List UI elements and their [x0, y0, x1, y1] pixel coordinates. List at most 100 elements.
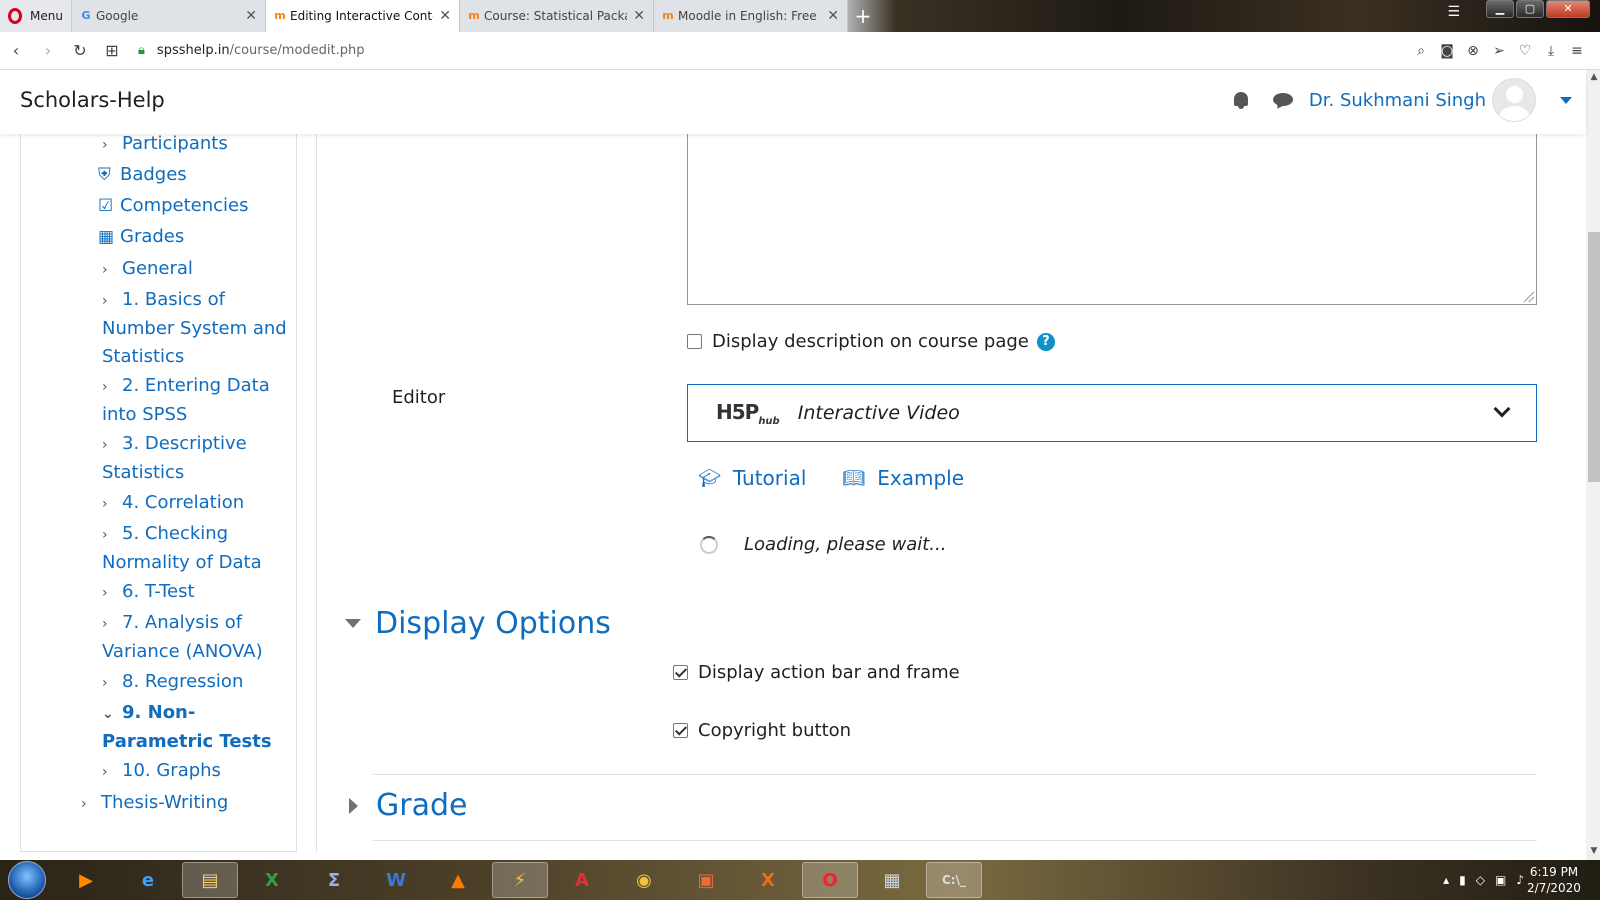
scroll-up-icon[interactable]: ▲	[1588, 72, 1600, 82]
show-description-checkbox[interactable]	[687, 334, 702, 349]
excel-icon[interactable]: X	[244, 862, 300, 898]
network-icon[interactable]: ▣	[1495, 873, 1506, 887]
close-icon[interactable]: ✕	[827, 8, 839, 24]
chevron-right-icon: ›	[102, 293, 108, 309]
drawer-section-5[interactable]: › 5. Checking Normality of Data	[102, 520, 262, 577]
avatar[interactable]	[1492, 78, 1536, 122]
dropbox-icon[interactable]: ◇	[1476, 873, 1485, 887]
tab-title: Google	[96, 9, 139, 23]
drawer-section-4[interactable]: › 4. Correlation	[102, 489, 244, 518]
signal-icon[interactable]: ▮	[1459, 873, 1466, 887]
winamp-icon[interactable]: ⚡	[492, 862, 548, 898]
lock-icon[interactable]: 🔒︎	[138, 43, 145, 58]
close-window-button[interactable]: ✕	[1546, 0, 1590, 18]
drawer-item-grades[interactable]: ▦ Grades	[98, 223, 184, 251]
tab-google[interactable]: G Google ✕	[72, 0, 266, 32]
drawer-section-7[interactable]: › 7. Analysis of Variance (ANOVA)	[102, 609, 263, 666]
search-icon[interactable]: ⌕	[1408, 43, 1434, 59]
media-player-icon[interactable]: ▶	[58, 862, 114, 898]
copyright-row: Copyright button	[673, 720, 851, 741]
easy-setup-icon[interactable]: ≡	[1564, 43, 1590, 59]
drawer-section-8[interactable]: › 8. Regression	[102, 668, 243, 697]
adblock-icon[interactable]: ⊗	[1460, 43, 1486, 59]
snapshot-icon[interactable]: ◙	[1434, 43, 1460, 59]
opera-menu-button[interactable]: Menu	[0, 0, 72, 32]
forward-icon[interactable]: ›	[32, 41, 64, 60]
close-icon[interactable]: ✕	[245, 8, 257, 24]
drawer-section-1[interactable]: › 1. Basics of Number System and Statisti…	[102, 286, 287, 371]
drawer-section-10[interactable]: › 10. Graphs	[102, 757, 221, 786]
bell-icon[interactable]	[1231, 90, 1251, 110]
taskbar-clock[interactable]: 6:19 PM 2/7/2020	[1524, 864, 1584, 896]
drawer-section-3[interactable]: › 3. Descriptive Statistics	[102, 430, 247, 487]
drawer-section-9-current[interactable]: ⌄ 9. Non- Parametric Tests	[102, 699, 272, 756]
tray-expand-icon[interactable]: ▴	[1443, 873, 1449, 887]
window-controls: ▁ ▢ ✕	[1484, 0, 1590, 18]
drawer-section-6[interactable]: › 6. T-Test	[102, 578, 195, 607]
drawer-item-label: General	[122, 258, 193, 279]
tab-editing-interactive-content[interactable]: m Editing Interactive Content ✕	[266, 0, 460, 32]
download-icon[interactable]: ⤓	[1538, 43, 1564, 59]
drawer-item-participants[interactable]: › Participants	[102, 130, 228, 159]
scrollbar-thumb[interactable]	[1588, 232, 1600, 482]
resize-handle-icon[interactable]	[1524, 292, 1534, 302]
example-link[interactable]: 📖︎ Example	[842, 466, 964, 490]
back-icon[interactable]: ‹	[0, 41, 32, 60]
opera-taskbar-icon[interactable]: O	[802, 862, 858, 898]
close-icon[interactable]: ✕	[633, 8, 645, 24]
start-button[interactable]	[8, 861, 46, 899]
tutorial-label: Tutorial	[732, 466, 807, 490]
acrobat-icon[interactable]: A	[554, 862, 610, 898]
presentation-icon[interactable]: ▣	[678, 862, 734, 898]
h5p-hub-content-type-select[interactable]: H5Phub Interactive Video	[687, 384, 1537, 442]
description-textarea[interactable]	[687, 130, 1537, 305]
url-field[interactable]: spsshelp.in/course/modedit.php	[157, 43, 365, 58]
volume-icon[interactable]: ♪	[1516, 873, 1524, 887]
url-path: /course/modedit.php	[229, 43, 365, 58]
display-options-header[interactable]: Display Options	[345, 606, 611, 641]
send-icon[interactable]: ➢	[1486, 43, 1512, 59]
speed-dial-icon[interactable]: ⊞	[96, 41, 128, 60]
calculator-sigma-icon[interactable]: Σ	[306, 862, 362, 898]
clock-date: 2/7/2020	[1527, 881, 1581, 895]
opera-menu-label: Menu	[30, 9, 63, 23]
chrome-icon[interactable]: ◉	[616, 862, 672, 898]
drawer-item-badges[interactable]: ⛨ Badges	[98, 161, 187, 189]
maximize-button[interactable]: ▢	[1516, 0, 1544, 18]
tutorial-link[interactable]: 🎓︎ Tutorial	[698, 466, 806, 490]
reload-icon[interactable]: ↻	[64, 41, 96, 60]
drawer-item-competencies[interactable]: ☑ Competencies	[98, 192, 249, 220]
section-label: 7. Analysis of	[122, 612, 243, 633]
drawer-item-thesis-writing[interactable]: › Thesis-Writing	[81, 789, 228, 818]
xampp-icon[interactable]: X	[740, 862, 796, 898]
site-name[interactable]: Scholars-Help	[20, 88, 165, 112]
hub-links: 🎓︎ Tutorial 📖︎ Example	[698, 466, 1000, 490]
spinner-icon	[700, 535, 718, 554]
tab-course-statistical-package[interactable]: m Course: Statistical Package ✕	[460, 0, 654, 32]
calculator-icon[interactable]: ▦	[864, 862, 920, 898]
command-prompt-icon[interactable]: C:\_	[926, 862, 982, 898]
file-explorer-icon[interactable]: ▤	[182, 862, 238, 898]
word-icon[interactable]: W	[368, 862, 424, 898]
copyright-checkbox[interactable]	[673, 723, 688, 738]
chat-icon[interactable]	[1272, 91, 1295, 109]
action-bar-checkbox[interactable]	[673, 665, 688, 680]
grade-header[interactable]: Grade	[345, 788, 467, 823]
minimize-button[interactable]: ▁	[1486, 0, 1514, 18]
tab-moodle-in-english[interactable]: m Moodle in English: Free H5 ✕	[654, 0, 848, 32]
section-label-cont: Statistics	[102, 346, 185, 367]
drawer-item-general[interactable]: › General	[102, 255, 193, 284]
help-icon[interactable]: ?	[1036, 332, 1055, 351]
caret-down-icon[interactable]	[1560, 96, 1572, 104]
scroll-down-icon[interactable]: ▼	[1588, 846, 1600, 856]
drawer-section-2[interactable]: › 2. Entering Data into SPSS	[102, 372, 270, 429]
user-name[interactable]: Dr. Sukhmani Singh	[1309, 90, 1486, 111]
new-tab-button[interactable]: +	[848, 0, 878, 32]
internet-explorer-icon[interactable]: e	[120, 862, 176, 898]
close-icon[interactable]: ✕	[439, 8, 451, 24]
vlc-icon[interactable]: ▲	[430, 862, 486, 898]
tab-menu-icon[interactable]: ☰	[1447, 4, 1460, 20]
chevron-down-icon[interactable]	[1493, 400, 1511, 418]
drawer-item-label: Participants	[122, 133, 228, 154]
heart-icon[interactable]: ♡	[1512, 43, 1538, 59]
